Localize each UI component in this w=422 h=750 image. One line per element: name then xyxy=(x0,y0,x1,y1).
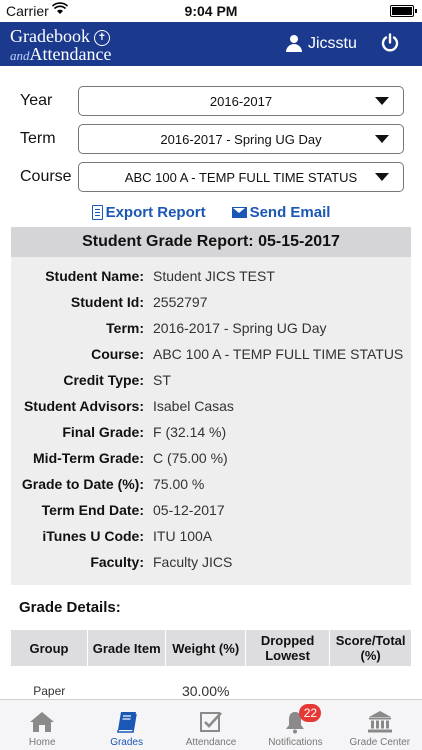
field-label: Term End Date: xyxy=(41,502,144,518)
filter-label: Term xyxy=(20,130,56,147)
select-value: 2016-2017 - Spring UG Day xyxy=(160,131,322,147)
chevron-down-icon xyxy=(375,135,389,143)
grade-details-title: Grade Details: xyxy=(19,599,121,616)
field-value: ITU 100A xyxy=(153,528,213,544)
battery-icon xyxy=(390,5,417,17)
field-value: 2552797 xyxy=(153,294,208,310)
logo-line2: Attendance xyxy=(29,44,112,64)
app-logo: Gradebook ✝ andAttendance xyxy=(10,27,111,63)
filter-panel: Year 2016-2017 Term 2016-2017 - Spring U… xyxy=(0,66,422,196)
filter-label: Course xyxy=(20,168,72,185)
tab-grades[interactable]: Grades xyxy=(84,700,168,750)
report-field: Faculty: Faculty JICS xyxy=(11,553,411,579)
report-field: Credit Type: ST xyxy=(11,371,411,397)
report-field: Mid-Term Grade: C (75.00 %) xyxy=(11,449,411,475)
tab-label: Notifications xyxy=(268,737,323,748)
status-time: 9:04 PM xyxy=(184,3,238,19)
field-label: Grade to Date (%): xyxy=(21,476,144,492)
logo-and: and xyxy=(10,48,30,63)
user-account[interactable]: Jicsstu xyxy=(286,35,357,53)
tab-label: Attendance xyxy=(185,737,237,748)
export-report-label: Export Report xyxy=(105,204,206,221)
home-icon xyxy=(30,712,55,732)
username: Jicsstu xyxy=(308,35,357,52)
report-fields: Student Name: Student JICS TEST Student Id… xyxy=(11,257,411,585)
field-value: Isabel Casas xyxy=(153,398,234,414)
envelope-icon xyxy=(231,207,247,218)
tab-home[interactable]: Home xyxy=(0,700,84,750)
course-select[interactable]: ABC 100 A - TEMP FULL TIME STATUS xyxy=(78,162,404,192)
report-field: Student Id: 2552797 xyxy=(11,293,411,319)
send-email-button[interactable]: Send Email xyxy=(231,204,331,221)
report-field: Student Name: Student JICS TEST xyxy=(11,267,411,293)
report-title: Student Grade Report: 05-15-2017 xyxy=(11,227,411,257)
field-value: 75.00 % xyxy=(153,476,205,492)
power-icon[interactable] xyxy=(380,33,400,53)
report-field: Course: ABC 100 A - TEMP FULL TIME STATUS xyxy=(11,345,411,371)
field-label: Student Advisors: xyxy=(23,398,144,414)
field-label: Course: xyxy=(91,346,144,362)
select-value: ABC 100 A - TEMP FULL TIME STATUS xyxy=(124,169,358,185)
field-label: Student Name: xyxy=(45,268,144,284)
tab-notifications[interactable]: 22 Notifications xyxy=(253,700,337,750)
report-field: iTunes U Code: ITU 100A xyxy=(11,527,411,553)
filter-term: Term 2016-2017 - Spring UG Day xyxy=(0,120,422,158)
column-header: Grade Item xyxy=(86,630,166,666)
tab-attendance[interactable]: Attendance xyxy=(169,700,253,750)
field-label: Credit Type: xyxy=(63,372,144,388)
term-select[interactable]: 2016-2017 - Spring UG Day xyxy=(78,124,404,154)
field-value: ABC 100 A - TEMP FULL TIME STATUS xyxy=(153,346,404,362)
field-value: ST xyxy=(153,372,171,388)
column-header: Score/Total (%) xyxy=(329,630,411,666)
field-label: Faculty: xyxy=(90,554,144,570)
table-header-row: Group Grade Item Weight (%) Dropped Lowe… xyxy=(11,630,411,666)
filter-course: Course ABC 100 A - TEMP FULL TIME STATUS xyxy=(0,158,422,196)
status-bar: Carrier 9:04 PM xyxy=(0,0,422,22)
select-value: 2016-2017 xyxy=(209,93,273,109)
field-label: Term: xyxy=(106,320,144,336)
filter-year: Year 2016-2017 xyxy=(0,82,422,120)
field-value: 05-12-2017 xyxy=(153,502,225,518)
logo-line1: Gradebook xyxy=(10,26,90,46)
battery-fill xyxy=(392,7,412,15)
notification-badge: 22 xyxy=(299,704,322,722)
export-report-button[interactable]: Export Report xyxy=(91,204,206,221)
report-field: Final Grade: F (32.14 %) xyxy=(11,423,411,449)
report-actions: Export Report Send Email xyxy=(0,204,422,221)
field-label: Student Id: xyxy=(70,294,144,310)
document-icon xyxy=(91,205,103,220)
user-icon xyxy=(286,35,302,53)
checklist-icon xyxy=(200,712,222,732)
field-value: Student JICS TEST xyxy=(153,268,275,284)
field-value: C (75.00 %) xyxy=(153,450,228,466)
tab-bar: Home Grades Attendance 22 Notifications … xyxy=(0,699,422,750)
year-select[interactable]: 2016-2017 xyxy=(78,86,404,116)
field-value: 2016-2017 - Spring UG Day xyxy=(153,320,327,336)
grade-report: Student Grade Report: 05-15-2017 Student… xyxy=(11,227,411,585)
book-icon xyxy=(116,712,137,733)
send-email-label: Send Email xyxy=(249,204,331,221)
column-header: Weight (%) xyxy=(165,630,246,666)
report-field: Grade to Date (%): 75.00 % xyxy=(11,475,411,501)
bank-icon xyxy=(367,711,392,733)
app-header: Gradebook ✝ andAttendance Jicsstu xyxy=(0,22,422,66)
report-field: Student Advisors: Isabel Casas xyxy=(11,397,411,423)
field-value: Faculty JICS xyxy=(153,554,233,570)
column-header: Group xyxy=(11,630,88,666)
tab-label: Grades xyxy=(110,737,143,748)
report-field: Term End Date: 05-12-2017 xyxy=(11,501,411,527)
filter-label: Year xyxy=(20,92,53,109)
tab-label: Home xyxy=(28,737,56,748)
column-header: Dropped Lowest xyxy=(244,630,330,666)
field-label: Mid-Term Grade: xyxy=(33,450,144,466)
field-value: F (32.14 %) xyxy=(153,424,227,440)
chevron-down-icon xyxy=(375,173,389,181)
report-field: Term: 2016-2017 - Spring UG Day xyxy=(11,319,411,345)
chevron-down-icon xyxy=(375,97,389,105)
field-label: iTunes U Code: xyxy=(42,528,144,544)
tab-label: Grade Center xyxy=(349,737,411,748)
tab-grade-center[interactable]: Grade Center xyxy=(338,700,422,750)
field-label: Final Grade: xyxy=(62,424,144,440)
